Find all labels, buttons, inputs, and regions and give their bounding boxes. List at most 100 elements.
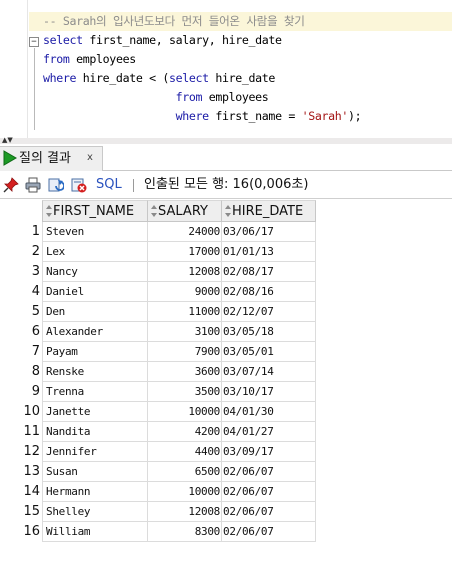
cell-first-name[interactable]: Den xyxy=(42,302,148,322)
cell-hire-date[interactable]: 04/01/30 xyxy=(222,402,316,422)
cell-hire-date[interactable]: 02/06/07 xyxy=(222,482,316,502)
column-header-hire-date[interactable]: HIRE_DATE xyxy=(222,200,316,222)
column-header-label: FIRST_NAME xyxy=(53,204,135,219)
column-header-first-name[interactable]: FIRST_NAME xyxy=(42,200,148,222)
column-header-label: SALARY xyxy=(158,204,208,219)
row-number[interactable]: 10 xyxy=(0,402,42,422)
code-line[interactable]: -- Sarah의 입사년도보다 먼저 들어온 사람을 찾기 xyxy=(29,12,452,31)
cell-first-name[interactable]: Steven xyxy=(42,222,148,242)
code-line[interactable]: where hire_date < (select hire_date xyxy=(43,69,275,88)
row-number[interactable]: 7 xyxy=(0,342,42,362)
cell-first-name[interactable]: William xyxy=(42,522,148,542)
sort-arrows-icon[interactable] xyxy=(151,204,157,218)
cell-hire-date[interactable]: 02/06/07 xyxy=(222,502,316,522)
code-line[interactable]: select first_name, salary, hire_date xyxy=(43,31,282,50)
cell-first-name[interactable]: Jennifer xyxy=(42,442,148,462)
sql-button[interactable]: SQL xyxy=(96,177,122,193)
code-token: ); xyxy=(348,109,362,123)
cell-salary[interactable]: 9000 xyxy=(148,282,222,302)
cell-first-name[interactable]: Susan xyxy=(42,462,148,482)
cell-first-name[interactable]: Payam xyxy=(42,342,148,362)
row-number[interactable]: 4 xyxy=(0,282,42,302)
cell-first-name[interactable]: Shelley xyxy=(42,502,148,522)
cell-hire-date[interactable]: 03/05/18 xyxy=(222,322,316,342)
cell-salary[interactable]: 6500 xyxy=(148,462,222,482)
cell-salary[interactable]: 3500 xyxy=(148,382,222,402)
cell-salary[interactable]: 12008 xyxy=(148,502,222,522)
cell-hire-date[interactable]: 03/07/14 xyxy=(222,362,316,382)
row-number[interactable]: 5 xyxy=(0,302,42,322)
cell-hire-date[interactable]: 03/10/17 xyxy=(222,382,316,402)
cell-first-name[interactable]: Nandita xyxy=(42,422,148,442)
cell-hire-date[interactable]: 03/06/17 xyxy=(222,222,316,242)
cell-first-name[interactable]: Lex xyxy=(42,242,148,262)
cell-hire-date[interactable]: 01/01/13 xyxy=(222,242,316,262)
sql-worksheet-editor[interactable]: − -- Sarah의 입사년도보다 먼저 들어온 사람을 찾기 select f… xyxy=(0,0,452,138)
cell-hire-date[interactable]: 03/05/01 xyxy=(222,342,316,362)
row-number[interactable]: 8 xyxy=(0,362,42,382)
cell-hire-date[interactable]: 02/06/07 xyxy=(222,522,316,542)
cell-first-name[interactable]: Janette xyxy=(42,402,148,422)
cell-salary[interactable]: 3100 xyxy=(148,322,222,342)
cell-salary[interactable]: 10000 xyxy=(148,402,222,422)
cell-hire-date[interactable]: 03/09/17 xyxy=(222,442,316,462)
code-token: from xyxy=(43,52,70,66)
editor-gutter xyxy=(0,0,26,138)
sort-arrows-icon[interactable] xyxy=(46,204,52,218)
cell-salary[interactable]: 4400 xyxy=(148,442,222,462)
row-number[interactable]: 12 xyxy=(0,442,42,462)
code-token: first_name = xyxy=(208,109,302,123)
row-number[interactable]: 3 xyxy=(0,262,42,282)
code-token: 'Sarah' xyxy=(301,109,349,123)
splitter-arrows-icon[interactable]: ▲▼ xyxy=(2,137,13,144)
cell-first-name[interactable]: Alexander xyxy=(42,322,148,342)
cell-first-name[interactable]: Trenna xyxy=(42,382,148,402)
cell-salary[interactable]: 3600 xyxy=(148,362,222,382)
code-token: from xyxy=(175,90,203,104)
code-line[interactable]: where first_name = 'Sarah'); xyxy=(43,107,362,126)
cell-first-name[interactable]: Hermann xyxy=(42,482,148,502)
results-tab-bar: 질의 결과 x xyxy=(0,144,452,171)
cell-hire-date[interactable]: 02/12/07 xyxy=(222,302,316,322)
fold-toggle-icon[interactable]: − xyxy=(29,37,39,47)
code-line[interactable]: from employees xyxy=(43,88,269,107)
print-icon[interactable] xyxy=(25,177,41,193)
row-number[interactable]: 6 xyxy=(0,322,42,342)
cell-salary[interactable]: 11000 xyxy=(148,302,222,322)
cell-hire-date[interactable]: 02/08/16 xyxy=(222,282,316,302)
editor-gutter-divider xyxy=(27,0,28,138)
cell-salary[interactable]: 10000 xyxy=(148,482,222,502)
refresh-icon[interactable] xyxy=(48,177,64,193)
cell-salary[interactable]: 24000 xyxy=(148,222,222,242)
tab-close-icon[interactable]: x xyxy=(87,151,93,165)
results-grid[interactable]: FIRST_NAME SALARY HIRE_DATE 1 Steven 24000… xyxy=(0,199,452,571)
row-number[interactable]: 13 xyxy=(0,462,42,482)
code-token: hire_date < ( xyxy=(76,71,170,85)
cell-hire-date[interactable]: 02/08/17 xyxy=(222,262,316,282)
column-header-salary[interactable]: SALARY xyxy=(148,200,222,222)
pin-icon[interactable] xyxy=(3,177,19,193)
cell-salary[interactable]: 17000 xyxy=(148,242,222,262)
cell-salary[interactable]: 8300 xyxy=(148,522,222,542)
cell-hire-date[interactable]: 04/01/27 xyxy=(222,422,316,442)
cell-first-name[interactable]: Daniel xyxy=(42,282,148,302)
row-number[interactable]: 11 xyxy=(0,422,42,442)
cancel-icon[interactable] xyxy=(71,177,87,193)
column-header-label: HIRE_DATE xyxy=(232,204,304,219)
sort-arrows-icon[interactable] xyxy=(225,204,231,218)
row-number[interactable]: 16 xyxy=(0,522,42,542)
row-number[interactable]: 2 xyxy=(0,242,42,262)
row-number[interactable]: 9 xyxy=(0,382,42,402)
code-line[interactable]: from employees xyxy=(43,50,136,69)
cell-salary[interactable]: 4200 xyxy=(148,422,222,442)
cell-salary[interactable]: 12008 xyxy=(148,262,222,282)
cell-first-name[interactable]: Renske xyxy=(42,362,148,382)
cell-first-name[interactable]: Nancy xyxy=(42,262,148,282)
row-number[interactable]: 1 xyxy=(0,222,42,242)
cell-salary[interactable]: 7900 xyxy=(148,342,222,362)
row-number[interactable]: 14 xyxy=(0,482,42,502)
cell-hire-date[interactable]: 02/06/07 xyxy=(222,462,316,482)
tab-query-result[interactable]: 질의 결과 x xyxy=(0,146,103,171)
row-number[interactable]: 15 xyxy=(0,502,42,522)
